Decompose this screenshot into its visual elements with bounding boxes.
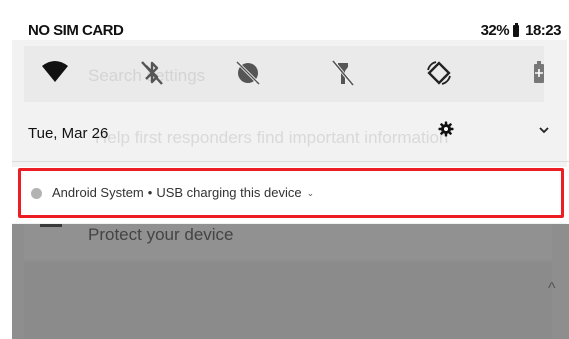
wifi-icon[interactable]: [40, 58, 70, 88]
background-menu-line-icon: [40, 224, 62, 227]
auto-rotate-icon[interactable]: [424, 58, 454, 88]
background-protect-title: Protect your device: [88, 225, 234, 244]
quick-settings-row: [0, 58, 569, 98]
background-banner-text: Help first responders find important inf…: [95, 128, 449, 147]
battery-percent: 32%: [480, 22, 510, 39]
status-bar-right: 32% 18:23: [480, 22, 562, 39]
bluetooth-off-icon[interactable]: [137, 58, 167, 88]
clock: 18:23: [525, 22, 561, 39]
date-label: Tue, Mar 26: [28, 125, 109, 142]
do-not-disturb-off-icon[interactable]: [233, 58, 263, 88]
chevron-up-icon: ^: [548, 280, 556, 297]
notification-message: USB charging this device: [156, 185, 302, 200]
battery-saver-icon[interactable]: [524, 58, 554, 88]
shade-divider: [12, 161, 569, 162]
settings-gear-icon[interactable]: [438, 121, 454, 137]
background-bottom-card: [24, 262, 552, 339]
notification-header[interactable]: Android System • USB charging this device ⌄: [52, 185, 314, 200]
carrier-label: NO SIM CARD: [28, 22, 124, 39]
chevron-down-icon[interactable]: [538, 124, 550, 136]
notification-separator: •: [147, 185, 153, 200]
notification-expand-icon[interactable]: ⌄: [307, 188, 315, 199]
android-system-icon: [31, 188, 42, 199]
flashlight-off-icon[interactable]: [328, 58, 358, 88]
notification-app-name: Android System: [52, 185, 144, 200]
battery-icon: [513, 22, 520, 37]
